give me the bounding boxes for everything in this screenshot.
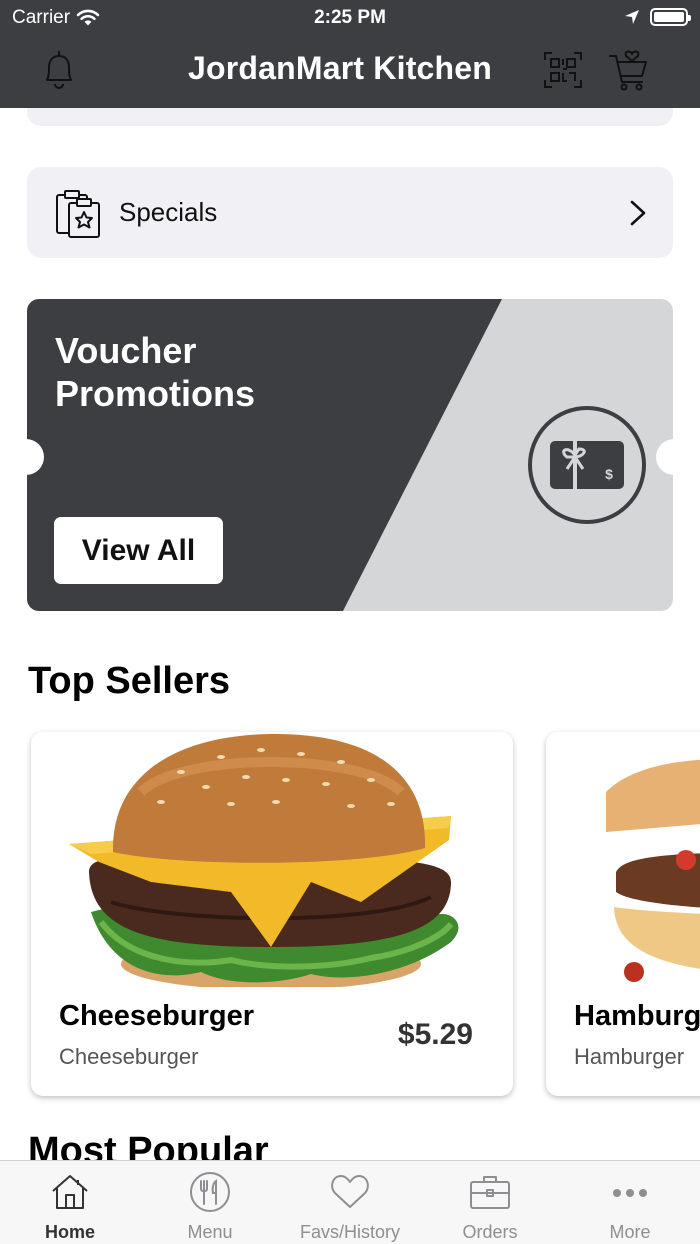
view-all-button[interactable]: View All [54,517,223,584]
product-name: Cheeseburger [59,1000,255,1032]
home-icon [52,1175,88,1209]
tab-orders[interactable]: Orders [420,1161,560,1244]
app-header: Carrier 2:25 PM JordanMart Kitchen [0,0,700,108]
location-arrow-icon [625,10,639,24]
chevron-right-icon [630,200,646,226]
home-content[interactable]: Specials Voucher Promotions View All $ T… [0,108,700,1160]
specials-label: Specials [119,197,218,227]
bell-icon[interactable] [38,48,80,92]
voucher-notch-left [8,439,44,475]
specials-row[interactable]: Specials [27,167,673,258]
app-title: JordanMart Kitchen [187,50,493,86]
svg-text:$: $ [605,466,613,482]
top-sellers-title: Top Sellers [28,660,231,702]
tab-more-label: More [609,1222,651,1242]
heart-icon [331,1175,369,1208]
tab-menu-label: Menu [187,1222,233,1242]
battery-icon [650,8,691,26]
tab-more[interactable]: More [560,1161,700,1244]
status-right [624,8,691,26]
product-name: Hamburger [574,1000,700,1032]
voucher-promotions-card[interactable]: Voucher Promotions View All $ [27,299,673,611]
more-dots-icon [613,1189,647,1197]
cheeseburger-image [31,732,513,987]
product-card[interactable]: Hamburger Hamburger [546,732,700,1096]
product-subtitle: Cheeseburger [59,1044,199,1069]
product-price: $5.29 [397,1018,473,1051]
product-card[interactable]: Cheeseburger Cheeseburger $5.29 [31,732,513,1096]
tab-orders-label: Orders [462,1222,518,1242]
tab-home-label: Home [44,1222,95,1242]
hamburger-image [546,732,700,987]
product-subtitle: Hamburger [574,1044,685,1069]
cart-heart-icon[interactable] [608,48,650,92]
voucher-title: Voucher Promotions [55,330,256,414]
gift-card-icon: $ [528,406,646,524]
tab-favs-history[interactable]: Favs/History [280,1161,420,1244]
briefcase-icon [470,1176,510,1209]
utensils-icon [190,1172,230,1212]
previous-list-card[interactable] [27,108,673,126]
tab-menu[interactable]: Menu [140,1161,280,1244]
tab-home[interactable]: Home [0,1161,140,1244]
qr-code-icon[interactable] [542,48,584,92]
status-time: 2:25 PM [314,7,386,28]
status-bar: Carrier 2:25 PM [0,0,700,36]
voucher-notch-right [656,439,692,475]
tab-favs-history-label: Favs/History [299,1222,400,1242]
clipboard-star-icon [56,189,100,238]
bottom-tab-bar: Home Menu Favs/History Orders More [0,1160,700,1244]
most-popular-title: Most Popular [28,1130,269,1160]
